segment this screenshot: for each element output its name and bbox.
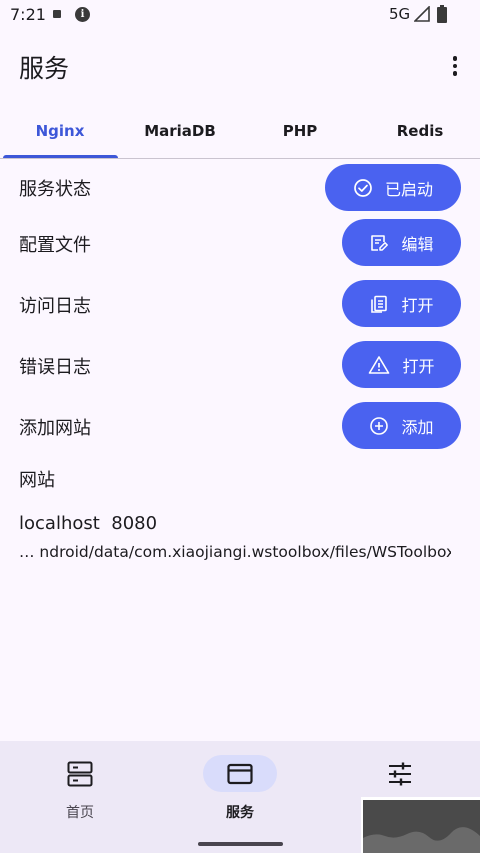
server-icon	[67, 761, 93, 787]
add-site-button[interactable]: 添加	[342, 402, 461, 449]
open-access-log-button[interactable]: 打开	[342, 280, 461, 327]
site-host: localhost	[19, 513, 100, 534]
service-status-button-label: 已启动	[384, 179, 433, 199]
status-bar: 7:21 i 5G	[0, 0, 480, 30]
document-copy-icon	[371, 295, 388, 313]
network-type: 5G	[389, 5, 411, 23]
service-status-button[interactable]: 已启动	[325, 164, 461, 211]
site-item[interactable]: localhost 8080	[19, 513, 157, 534]
tab-indicator	[3, 155, 118, 158]
tab-mariadb[interactable]: MariaDB	[120, 104, 240, 159]
tab-redis[interactable]: Redis	[360, 104, 480, 159]
edit-config-button[interactable]: 编辑	[342, 219, 461, 266]
nav-home-label: 首页	[66, 805, 94, 821]
nav-services-label: 服务	[226, 805, 254, 821]
signal-icon	[414, 6, 430, 22]
battery-icon	[437, 5, 447, 23]
edit-config-button-label: 编辑	[401, 234, 434, 254]
access-log-label: 访问日志	[19, 296, 91, 317]
more-vert-icon	[452, 56, 458, 61]
sites-section-title: 网站	[19, 470, 55, 491]
open-error-log-button-label: 打开	[402, 356, 435, 376]
service-status-label: 服务状态	[19, 179, 91, 200]
sliders-icon	[389, 762, 411, 786]
edit-document-icon	[371, 234, 389, 251]
site-port: 8080	[111, 513, 158, 534]
nav-item-services[interactable]: 服务	[160, 741, 320, 853]
tab-bar: Nginx MariaDB PHP Redis	[0, 104, 480, 159]
add-site-button-label: 添加	[401, 417, 434, 437]
window-icon	[227, 763, 253, 785]
add-circle-icon	[370, 416, 389, 435]
more-options-button[interactable]	[440, 52, 470, 80]
open-error-log-button[interactable]: 打开	[342, 341, 461, 388]
tab-php[interactable]: PHP	[240, 104, 360, 159]
screenshot-preview-thumbnail[interactable]	[361, 797, 480, 853]
error-log-label: 错误日志	[19, 357, 91, 378]
check-circle-icon	[354, 178, 372, 197]
site-path: … ndroid/data/com.xiaojiangi.wstoolbox/f…	[19, 543, 451, 561]
nav-item-home[interactable]: 首页	[0, 741, 160, 853]
thumbnail-image	[363, 800, 480, 853]
open-access-log-button-label: 打开	[401, 295, 434, 315]
notification-icon	[53, 10, 61, 18]
info-icon: i	[75, 7, 90, 22]
config-file-label: 配置文件	[19, 235, 91, 256]
add-site-label: 添加网站	[19, 418, 91, 439]
warning-icon	[369, 355, 390, 374]
gesture-handle	[198, 842, 283, 846]
tab-nginx[interactable]: Nginx	[0, 104, 120, 159]
status-time: 7:21	[10, 5, 46, 24]
page-title: 服务	[19, 54, 70, 83]
